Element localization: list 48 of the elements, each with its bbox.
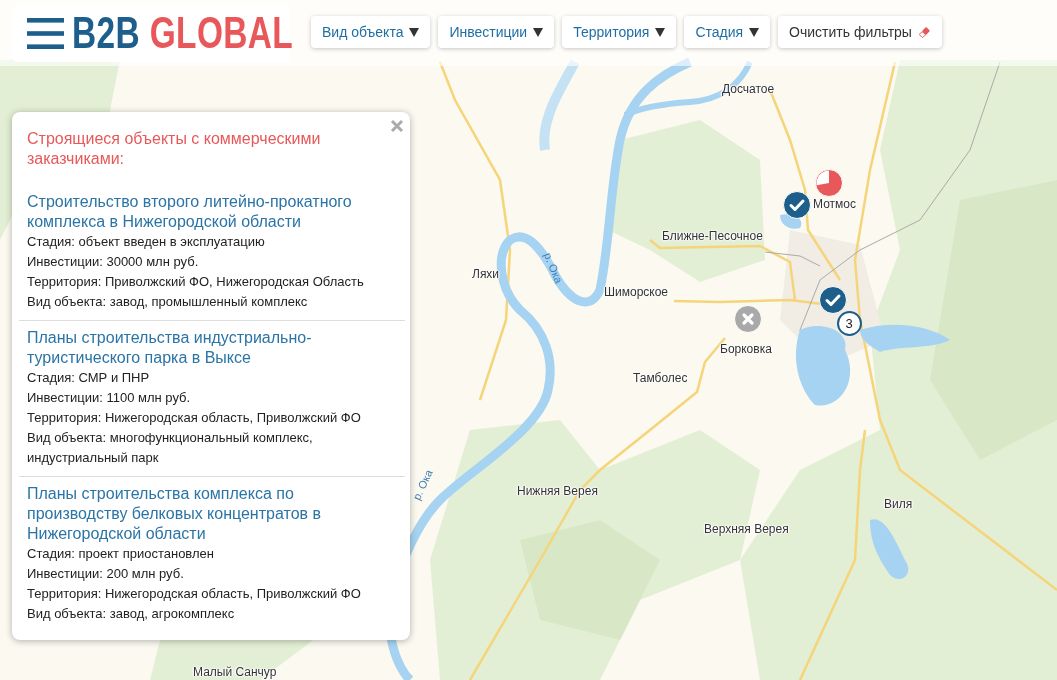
project-detail: Территория: Нижегородская область, Приволжский ФО	[27, 409, 362, 427]
cross-marker-icon[interactable]	[734, 305, 762, 333]
caret-icon	[533, 27, 544, 37]
close-icon	[390, 119, 404, 133]
project-title-link[interactable]: Планы строительства комплекса по производству белковых концентратов в Нижегородской области	[27, 484, 398, 544]
place-label: Верхняя Верея	[704, 521, 789, 537]
filter-dropdown[interactable]: Инвестиции	[438, 16, 555, 48]
pie-marker-icon[interactable]	[815, 169, 843, 197]
filter-dropdown[interactable]: Вид объекта	[311, 16, 431, 48]
place-label: Мотмос	[813, 196, 856, 212]
project-title-link[interactable]: Планы строительства индустриально-туристического парка в Выксе	[27, 328, 398, 368]
eraser-icon	[917, 25, 931, 39]
project-detail: Территория: Приволжский ФО, Нижегородская Область	[27, 273, 365, 291]
project-detail: Инвестиции: 1100 млн руб.	[27, 389, 192, 407]
river-label: р. Ока	[541, 250, 565, 286]
project-detail: Инвестиции: 30000 млн руб.	[27, 253, 200, 271]
project-detail: Вид объекта: завод, промышленный комплекс	[27, 293, 309, 311]
lake	[870, 519, 909, 579]
project-detail: Вид объекта: завод, агрокомплекс	[27, 605, 236, 623]
caret-icon	[409, 27, 420, 37]
place-label: Тамболес	[633, 370, 688, 386]
place-label: Малый Санчур	[193, 664, 277, 680]
caret-icon	[655, 27, 666, 37]
project-detail: Стадия: СМР и ПНР	[27, 369, 151, 387]
logo-text: B2B GLOBAL	[72, 11, 294, 55]
project-detail: Стадия: проект приостановлен	[27, 545, 215, 563]
popup-heading: Строящиеся объекты с коммерческими заказчиками:	[27, 129, 322, 169]
place-label: Виля	[884, 496, 913, 512]
place-label: Ляхи	[472, 266, 500, 282]
filter-dropdown[interactable]: Территория	[562, 16, 677, 48]
menu-button[interactable]	[27, 16, 64, 50]
caret-icon	[749, 27, 760, 37]
check-marker-icon[interactable]	[819, 286, 847, 314]
clear-filters-button[interactable]: Очистить фильтры	[778, 16, 942, 48]
place-label: Ближне-Песочное	[662, 228, 763, 244]
place-label: Нижняя Верея	[517, 483, 598, 499]
river-label: р. Ока	[410, 467, 436, 503]
menu-icon	[27, 16, 64, 50]
project-detail: Территория: Нижегородская область, Приволжский ФО	[27, 585, 362, 603]
place-label: Досчатое	[722, 81, 775, 97]
project-detail: Вид объекта: многофункциональный комплекс, индустриальный парк	[27, 429, 314, 467]
project-detail: Стадия: объект введен в эксплуатацию	[27, 233, 266, 251]
check-marker-icon[interactable]	[783, 191, 811, 219]
project-detail: Инвестиции: 200 млн руб.	[27, 565, 185, 583]
place-label: Борковка	[720, 341, 772, 357]
project-title-link[interactable]: Строительство второго литейно-прокатного комплекса в Нижегородской области	[27, 192, 398, 232]
filter-dropdown[interactable]: Стадия	[684, 16, 771, 48]
place-label: Шиморское	[604, 284, 669, 300]
